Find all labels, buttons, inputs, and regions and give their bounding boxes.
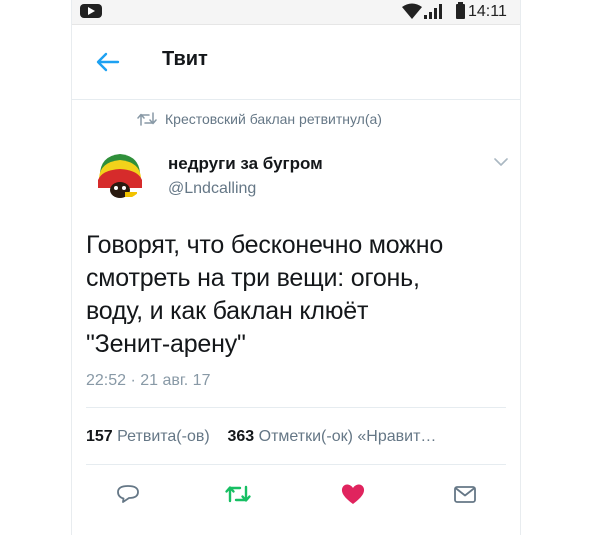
likes-label: Отметки(-ок) «Нравит… — [258, 428, 437, 445]
tweet-screen: 14:11 Твит Крестовский баклан ретвитнул(… — [72, 0, 520, 535]
author-name[interactable]: недруги за бугром — [168, 154, 323, 174]
avatar-image — [94, 148, 146, 200]
signal-icon — [424, 4, 442, 19]
retweets-stat[interactable]: 157 Ретвита(-ов) — [86, 428, 214, 445]
media-icon — [80, 4, 102, 18]
retweet-icon[interactable] — [224, 480, 252, 508]
envelope-icon[interactable] — [451, 480, 479, 508]
top-header: Твит — [72, 25, 520, 100]
divider — [86, 407, 506, 408]
likes-count: 363 — [227, 428, 255, 445]
status-time: 14:11 — [468, 3, 507, 20]
right-border — [520, 0, 521, 535]
tweet-text: Говорят, что бесконечно можно смотреть н… — [86, 231, 444, 358]
tweet-timestamp: 22:52 · 21 авг. 17 — [86, 372, 211, 389]
chevron-down-icon[interactable] — [494, 157, 508, 167]
reply-icon[interactable] — [114, 480, 142, 508]
retweet-context-text[interactable]: Крестовский баклан ретвитнул(а) — [165, 111, 382, 127]
heart-icon[interactable] — [339, 480, 367, 508]
retweet-icon — [137, 112, 157, 126]
author-handle[interactable]: @Lndcalling — [168, 180, 256, 198]
retweets-count: 157 — [86, 428, 113, 445]
likes-stat[interactable]: 363 Отметки(-ок) «Нравит… — [227, 428, 436, 445]
status-bar: 14:11 — [72, 0, 520, 25]
avatar[interactable] — [94, 148, 146, 200]
divider — [86, 464, 506, 465]
tweet-stats: 157 Ретвита(-ов) 363 Отметки(-ок) «Нрави… — [86, 428, 436, 446]
retweets-label: Ретвита(-ов) — [117, 428, 210, 445]
back-arrow-icon[interactable] — [94, 48, 122, 76]
wifi-icon — [402, 3, 422, 19]
battery-icon — [456, 2, 465, 19]
page-title: Твит — [162, 48, 208, 70]
